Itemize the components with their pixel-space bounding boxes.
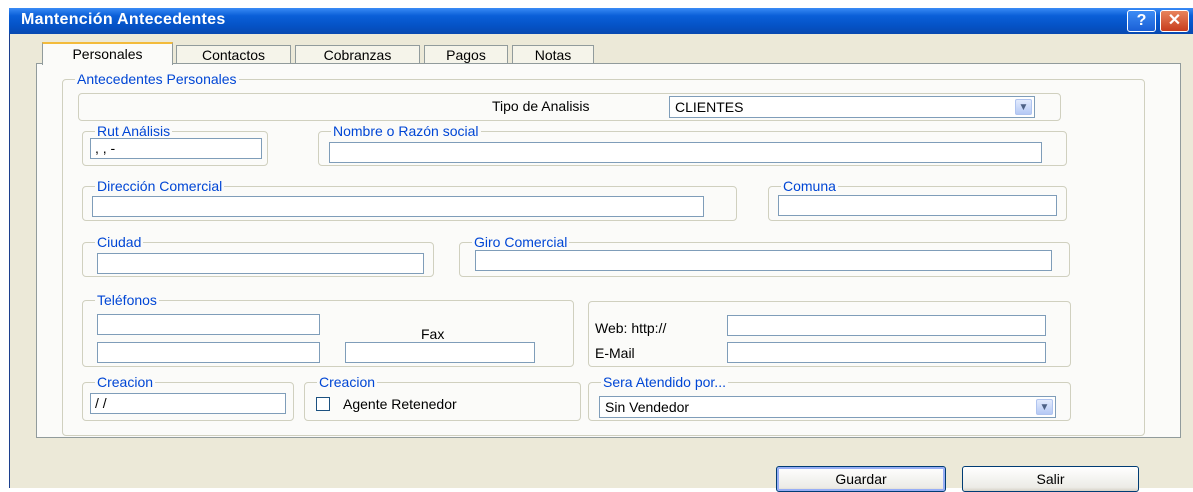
tab-pagos[interactable]: Pagos <box>424 45 508 64</box>
rut-legend: Rut Análisis <box>97 123 171 139</box>
chevron-down-icon[interactable]: ▼ <box>1036 399 1053 415</box>
tab-cobranzas[interactable]: Cobranzas <box>295 45 420 64</box>
telefono-2-input[interactable] <box>97 342 320 363</box>
tab-personales[interactable]: Personales <box>42 42 173 65</box>
telefono-1-input[interactable] <box>97 314 320 335</box>
nombre-legend: Nombre o Razón social <box>333 123 479 139</box>
tipo-analisis-select[interactable]: CLIENTES ▼ <box>669 96 1035 118</box>
direccion-input[interactable] <box>92 196 704 217</box>
agente-legend: Creacion <box>319 374 376 390</box>
giro-input[interactable] <box>475 250 1052 271</box>
direccion-legend: Dirección Comercial <box>97 178 223 194</box>
fax-label: Fax <box>421 326 445 342</box>
chevron-down-icon[interactable]: ▼ <box>1015 99 1032 115</box>
tipo-analisis-label: Tipo de Analisis <box>492 98 590 114</box>
telefonos-legend: Teléfonos <box>97 292 157 308</box>
comuna-input[interactable] <box>778 195 1057 216</box>
group-title: Antecedentes Personales <box>77 71 237 87</box>
giro-legend: Giro Comercial <box>474 234 568 250</box>
email-input[interactable] <box>727 342 1046 363</box>
ciudad-legend: Ciudad <box>97 234 142 250</box>
creacion-legend: Creacion <box>97 374 154 390</box>
nombre-input[interactable] <box>329 142 1042 163</box>
close-button[interactable]: ✕ <box>1160 10 1189 32</box>
vendedor-value: Sin Vendedor <box>605 399 690 415</box>
creacion-date-input[interactable]: / / <box>90 393 286 414</box>
rut-input[interactable]: , , - <box>90 138 262 159</box>
agente-retenedor-label: Agente Retenedor <box>343 396 457 412</box>
fax-input[interactable] <box>345 342 535 363</box>
email-label: E-Mail <box>595 345 635 361</box>
guardar-button[interactable]: Guardar <box>776 466 946 492</box>
salir-button[interactable]: Salir <box>962 466 1139 492</box>
tab-notas[interactable]: Notas <box>512 45 594 64</box>
web-label: Web: http:// <box>595 320 667 336</box>
tab-panel: Antecedentes Personales Tipo de Analisis… <box>36 63 1181 438</box>
tab-contactos[interactable]: Contactos <box>176 45 291 64</box>
help-button[interactable]: ? <box>1127 10 1156 32</box>
agente-retenedor-checkbox[interactable] <box>316 397 330 411</box>
web-input[interactable] <box>727 315 1046 336</box>
window-title: Mantención Antecedentes <box>21 11 226 28</box>
vendedor-select[interactable]: Sin Vendedor ▼ <box>599 396 1056 418</box>
vendedor-legend: Sera Atendido por... <box>603 374 726 390</box>
tipo-analisis-value: CLIENTES <box>675 99 744 115</box>
ciudad-input[interactable] <box>97 253 424 274</box>
comuna-legend: Comuna <box>783 178 836 194</box>
